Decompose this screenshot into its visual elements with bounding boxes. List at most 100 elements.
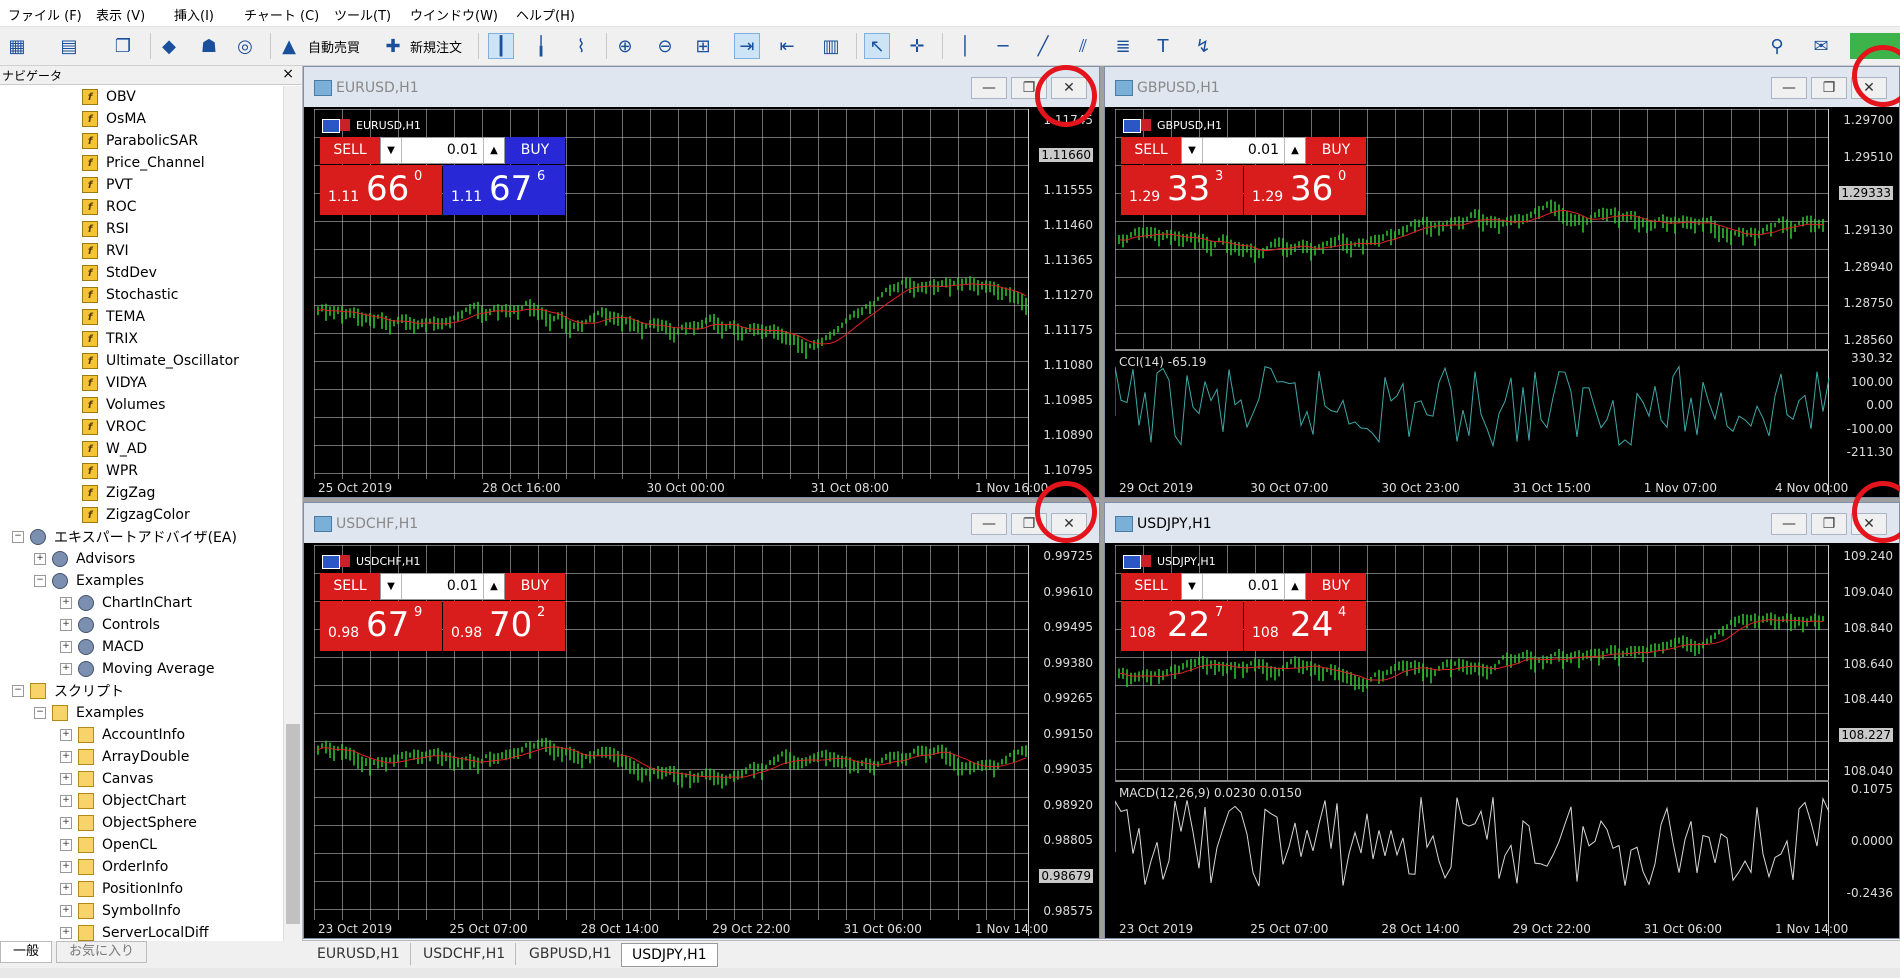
navigator-scrollbar[interactable] [283, 86, 302, 941]
trendline-icon[interactable]: ╱ [1030, 33, 1056, 59]
auto-trading-button[interactable]: 自動売買 [308, 37, 360, 56]
expand-toggle-icon[interactable]: − [12, 531, 24, 543]
signals-icon[interactable]: ◎ [232, 33, 258, 59]
chart-window[interactable]: GBPUSD,H1 — ❐ ✕ GBPUSD,H1 SELL ▼ 0.01 ▲ [1104, 45, 1900, 498]
menu-insert[interactable]: 挿入(I) [174, 5, 214, 24]
tab-eurusd[interactable]: EURUSD,H1 [307, 943, 411, 965]
navigator-item[interactable]: f ParabolicSAR [82, 130, 198, 152]
navigator-item[interactable]: f TEMA [82, 306, 145, 328]
expand-toggle-icon[interactable]: + [60, 751, 72, 763]
expand-toggle-icon[interactable]: + [60, 641, 72, 653]
auto-scroll-icon[interactable]: ⇥ [734, 33, 760, 59]
vertical-line-icon[interactable]: │ [952, 33, 978, 59]
expand-toggle-icon[interactable]: + [60, 905, 72, 917]
chart-canvas[interactable]: USDCHF,H1 SELL ▼ 0.01 ▲ BUY 0.98 67 9 0.… [314, 545, 1097, 936]
expand-toggle-icon[interactable]: − [34, 707, 46, 719]
navigator-script[interactable]: + ObjectChart [60, 790, 186, 812]
navigator-expert[interactable]: + Moving Average [60, 658, 215, 680]
bar-chart-icon[interactable]: ┃ [488, 33, 514, 59]
expand-toggle-icon[interactable]: + [60, 597, 72, 609]
cursor-icon[interactable]: ↖ [864, 33, 890, 59]
navigator-folder-examples[interactable]: − Examples [34, 570, 144, 592]
line-chart-icon[interactable]: ⌇ [568, 33, 594, 59]
expand-toggle-icon[interactable]: + [60, 795, 72, 807]
navigator-item[interactable]: f VIDYA [82, 372, 147, 394]
navigator-expert[interactable]: + ChartInChart [60, 592, 192, 614]
data-window-icon[interactable]: ☗ [196, 33, 222, 59]
navigator-item[interactable]: f ZigzagColor [82, 504, 190, 526]
navigator-item[interactable]: f Volumes [82, 394, 165, 416]
zoom-out-icon[interactable]: ⊖ [652, 33, 678, 59]
horizontal-line-icon[interactable]: ─ [990, 33, 1016, 59]
chart-window[interactable]: USDCHF,H1 — ❐ ✕ USDCHF,H1 SELL ▼ 0.01 ▲ [303, 481, 1100, 939]
navigator-expert[interactable]: + MACD [60, 636, 144, 658]
crosshair-icon[interactable]: ✛ [904, 33, 930, 59]
navigator-folder-script-examples[interactable]: − Examples [34, 702, 144, 724]
chart-window-titlebar[interactable]: USDCHF,H1 — ❐ ✕ [304, 503, 1099, 543]
tab-favorites[interactable]: お気に入り [56, 941, 148, 963]
navigator-folder-advisors[interactable]: + Advisors [34, 548, 135, 570]
navigator-item[interactable]: f Ultimate_Oscillator [82, 350, 239, 372]
profiles-icon[interactable]: ▤ [56, 33, 82, 59]
expand-toggle-icon[interactable]: + [60, 817, 72, 829]
new-chart-icon[interactable]: ▦ [4, 33, 30, 59]
expand-toggle-icon[interactable]: + [60, 861, 72, 873]
arrows-icon[interactable]: ↯ [1190, 33, 1216, 59]
tile-windows-icon[interactable]: ⊞ [690, 33, 716, 59]
navigator-script[interactable]: + OpenCL [60, 834, 157, 856]
expand-toggle-icon[interactable]: − [12, 685, 24, 697]
navigator-item[interactable]: f ROC [82, 196, 137, 218]
expand-toggle-icon[interactable]: + [60, 729, 72, 741]
new-order-icon[interactable]: ✚ [380, 33, 406, 59]
zoom-in-icon[interactable]: ⊕ [612, 33, 638, 59]
chart-window[interactable]: USDJPY,H1 — ❐ ✕ USDJPY,H1 SELL ▼ 0.01 ▲ [1104, 481, 1900, 939]
navigator-script[interactable]: + PositionInfo [60, 878, 183, 900]
navigator-close-icon[interactable]: × [282, 66, 294, 82]
navigator-item[interactable]: f TRIX [82, 328, 138, 350]
expand-toggle-icon[interactable]: + [60, 619, 72, 631]
tab-usdchf[interactable]: USDCHF,H1 [413, 943, 517, 965]
menu-view[interactable]: 表示 (V) [96, 5, 145, 24]
menu-file[interactable]: ファイル (F) [8, 5, 82, 24]
chart-window-titlebar[interactable]: EURUSD,H1 — ❐ ✕ [304, 67, 1099, 107]
maximize-button[interactable]: ❐ [1811, 513, 1847, 535]
expand-toggle-icon[interactable]: − [34, 575, 46, 587]
navigator-folder-experts[interactable]: − エキスパートアドバイザ(EA) [12, 526, 237, 548]
navigator-script[interactable]: + ObjectSphere [60, 812, 197, 834]
tab-usdjpy[interactable]: USDJPY,H1 [621, 943, 718, 967]
navigator-item[interactable]: f Price_Channel [82, 152, 205, 174]
text-icon[interactable]: T [1150, 33, 1176, 59]
chart-window-titlebar[interactable]: GBPUSD,H1 — ❐ ✕ [1105, 67, 1899, 107]
navigator-item[interactable]: f WPR [82, 460, 138, 482]
navigator-script[interactable]: + OrderInfo [60, 856, 168, 878]
navigator-script[interactable]: + SymbolInfo [60, 900, 181, 922]
chart-shift-icon[interactable]: ⇤ [774, 33, 800, 59]
chart-canvas[interactable]: EURUSD,H1 SELL ▼ 0.01 ▲ BUY 1.11 66 0 1.… [314, 109, 1097, 495]
scrollbar-thumb[interactable] [286, 724, 300, 924]
navigator-item[interactable]: f VROC [82, 416, 146, 438]
navigator-script[interactable]: + ArrayDouble [60, 746, 189, 768]
chart-canvas[interactable]: USDJPY,H1 SELL ▼ 0.01 ▲ BUY 108 22 7 108… [1115, 545, 1897, 936]
minimize-button[interactable]: — [971, 77, 1007, 99]
navigator-item[interactable]: f ZigZag [82, 482, 155, 504]
expand-toggle-icon[interactable]: + [34, 553, 46, 565]
auto-trading-icon[interactable]: ▲ [276, 33, 302, 59]
navigator-item[interactable]: f W_AD [82, 438, 147, 460]
expand-toggle-icon[interactable]: + [60, 839, 72, 851]
navigator-script[interactable]: + AccountInfo [60, 724, 185, 746]
menu-window[interactable]: ウインドウ(W) [410, 5, 498, 24]
expand-toggle-icon[interactable]: + [60, 773, 72, 785]
navigator-item[interactable]: f RSI [82, 218, 129, 240]
maximize-button[interactable]: ❐ [1811, 77, 1847, 99]
navigator-item[interactable]: f StdDev [82, 262, 157, 284]
minimize-button[interactable]: — [1771, 513, 1807, 535]
chat-icon[interactable]: ✉ [1808, 33, 1834, 59]
chart-window[interactable]: EURUSD,H1 — ❐ ✕ EURUSD,H1 SELL ▼ 0.01 ▲ [303, 65, 1100, 498]
indicators-icon[interactable]: ▥ [818, 33, 844, 59]
navigator-script[interactable]: + Canvas [60, 768, 153, 790]
navigator-expert[interactable]: + Controls [60, 614, 160, 636]
navigator-item[interactable]: f Stochastic [82, 284, 178, 306]
fibonacci-icon[interactable]: ≣ [1110, 33, 1136, 59]
menu-chart[interactable]: チャート (C) [244, 5, 319, 24]
navigator-item[interactable]: f OBV [82, 86, 136, 108]
